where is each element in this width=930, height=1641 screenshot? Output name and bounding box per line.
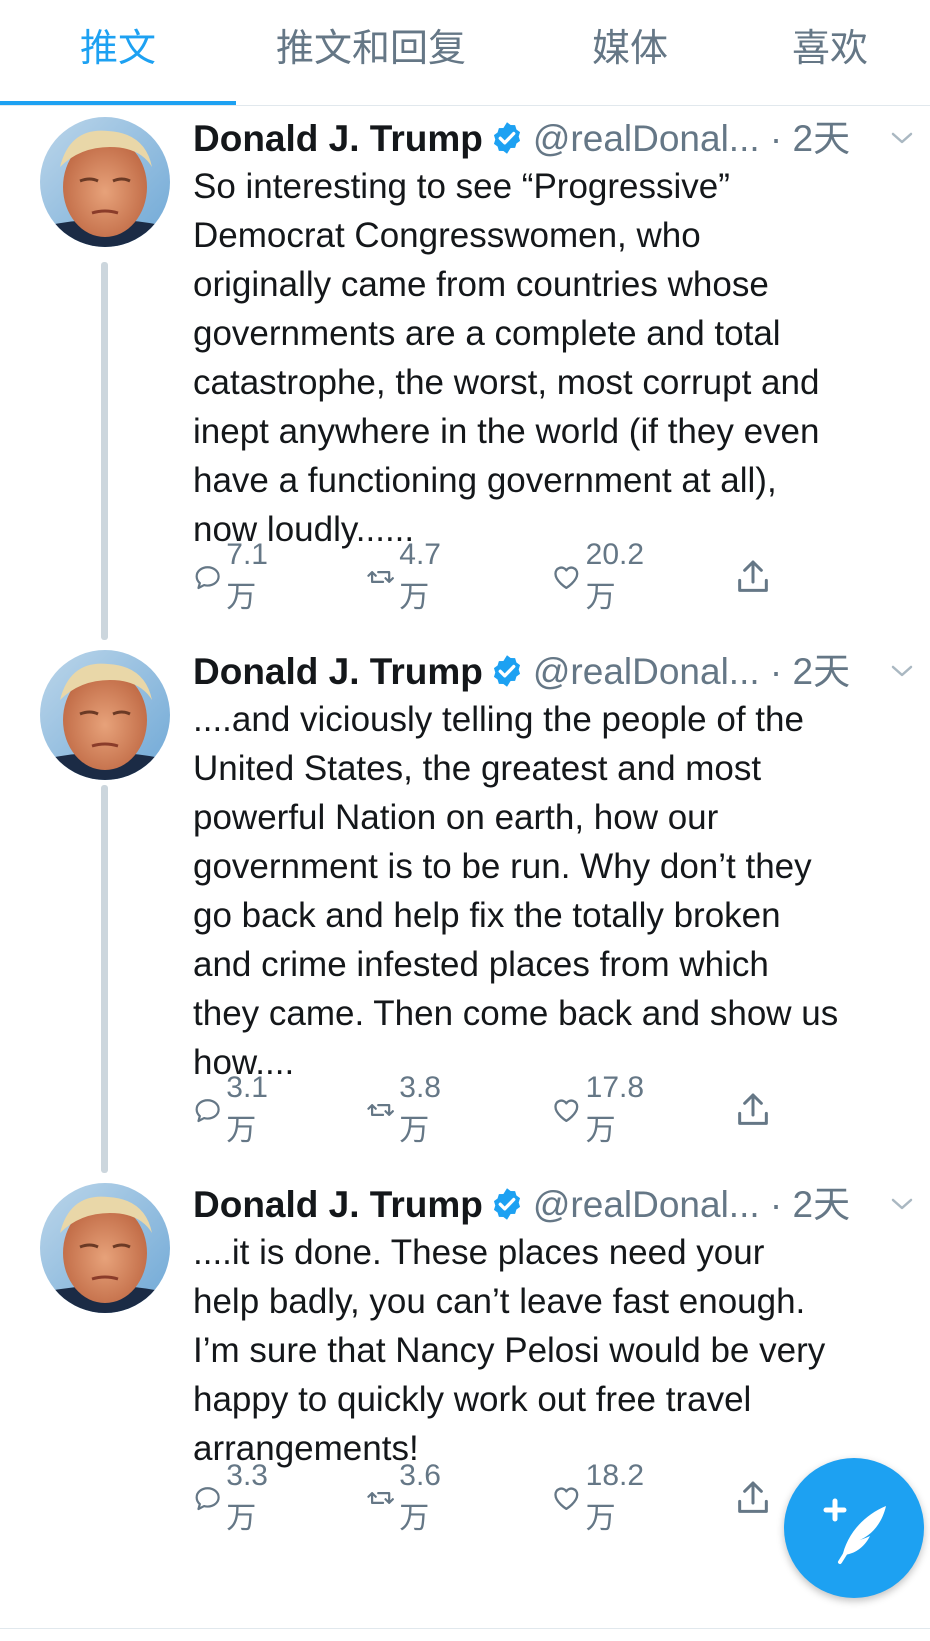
tab-likes[interactable]: 喜欢	[730, 0, 930, 105]
like-icon	[554, 566, 579, 590]
like-count: 17.8万	[585, 1071, 645, 1147]
handle[interactable]: @realDonal...	[533, 651, 760, 692]
tweet-header: Donald J. Trump @realDonal... · 2天	[193, 112, 850, 166]
chevron-down-icon[interactable]	[890, 659, 914, 683]
display-name[interactable]: Donald J. Trump	[193, 1184, 483, 1225]
share-button[interactable]	[733, 1473, 777, 1523]
share-icon	[738, 1481, 768, 1513]
tweet[interactable]: Donald J. Trump @realDonal... · 2天 ....an…	[0, 645, 930, 1175]
tweet-text: ....and viciously telling the people of …	[193, 700, 839, 1082]
like-button[interactable]: 17.8万	[551, 1071, 653, 1147]
avatar[interactable]	[40, 650, 170, 780]
tab-tweets[interactable]: 推文	[0, 0, 236, 105]
tweet-header: Donald J. Trump @realDonal... · 2天	[193, 1178, 850, 1232]
share-button[interactable]	[733, 552, 777, 602]
reply-icon	[195, 566, 220, 590]
compose-tweet-button[interactable]	[784, 1458, 924, 1598]
like-button[interactable]: 20.2万	[551, 538, 653, 614]
verified-badge-icon	[493, 655, 520, 687]
share-icon	[738, 1093, 768, 1125]
like-icon	[554, 1487, 579, 1511]
timestamp[interactable]: · 2天	[770, 118, 850, 159]
share-icon	[738, 560, 768, 592]
retweet-button[interactable]: 4.7万	[366, 538, 452, 614]
reply-icon	[195, 1487, 220, 1511]
reply-button[interactable]: 3.3万	[193, 1459, 279, 1535]
retweet-button[interactable]: 3.6万	[366, 1459, 452, 1535]
reply-count: 3.3万	[226, 1459, 268, 1535]
reply-icon	[195, 1099, 220, 1123]
timestamp[interactable]: · 2天	[770, 1184, 850, 1225]
reply-count: 7.1万	[226, 538, 268, 614]
display-name[interactable]: Donald J. Trump	[193, 118, 483, 159]
avatar[interactable]	[40, 117, 170, 247]
like-count: 18.2万	[585, 1459, 645, 1535]
thread-line	[101, 785, 108, 1173]
retweet-icon	[367, 1492, 394, 1504]
tab-tweets-and-replies[interactable]: 推文和回复	[236, 0, 506, 105]
retweet-count: 3.6万	[399, 1459, 441, 1535]
verified-badge-icon	[493, 122, 520, 154]
retweet-icon	[367, 1104, 394, 1116]
thread-line	[101, 262, 108, 640]
tweet-text: So interesting to see “Progressive” Demo…	[193, 167, 820, 549]
retweet-button[interactable]: 3.8万	[366, 1071, 452, 1147]
verified-badge-icon	[493, 1188, 520, 1220]
active-tab-indicator	[0, 101, 236, 105]
tweet[interactable]: Donald J. Trump @realDonal... · 2天 So int…	[0, 112, 930, 642]
chevron-down-icon[interactable]	[890, 1192, 914, 1216]
like-button[interactable]: 18.2万	[551, 1459, 653, 1535]
tab-media[interactable]: 媒体	[530, 0, 730, 105]
retweet-count: 3.8万	[399, 1071, 441, 1147]
compose-tweet-icon	[823, 1498, 886, 1564]
like-count: 20.2万	[585, 538, 645, 614]
handle[interactable]: @realDonal...	[533, 1184, 760, 1225]
avatar[interactable]	[40, 1183, 170, 1313]
chevron-down-icon[interactable]	[890, 126, 914, 150]
handle[interactable]: @realDonal...	[533, 118, 760, 159]
retweet-icon	[367, 571, 394, 583]
like-icon	[554, 1099, 579, 1123]
reply-count: 3.1万	[226, 1071, 268, 1147]
timestamp[interactable]: · 2天	[770, 651, 850, 692]
share-button[interactable]	[733, 1085, 777, 1135]
retweet-count: 4.7万	[399, 538, 441, 614]
profile-tabs: 推文 推文和回复 媒体 喜欢	[0, 0, 930, 106]
tweet-text: ....it is done. These places need your h…	[193, 1233, 826, 1468]
display-name[interactable]: Donald J. Trump	[193, 651, 483, 692]
tweet-header: Donald J. Trump @realDonal... · 2天	[193, 645, 850, 699]
divider	[0, 1628, 930, 1629]
reply-button[interactable]: 3.1万	[193, 1071, 279, 1147]
reply-button[interactable]: 7.1万	[193, 538, 279, 614]
